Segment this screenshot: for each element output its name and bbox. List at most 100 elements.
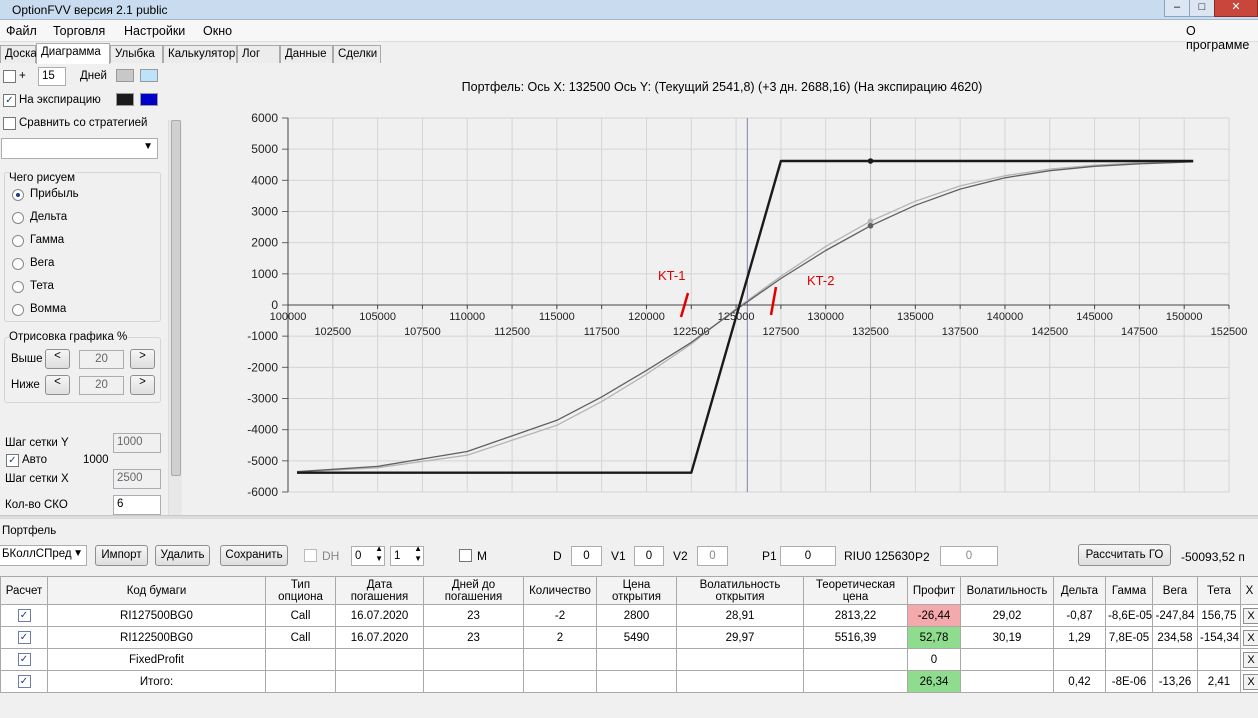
cell-price[interactable]: 5490 [596, 626, 677, 649]
auto-checkbox[interactable]: ✓ [6, 454, 19, 467]
radio-vomma[interactable] [12, 304, 24, 316]
portfolio-select[interactable]: БКоллСПред ▼ [0, 545, 87, 566]
above-increase-button[interactable]: > [130, 349, 155, 369]
left-panel-scrollbar[interactable] [168, 120, 182, 515]
cell-date[interactable]: 16.07.2020 [335, 604, 424, 627]
calc-cell[interactable]: ✓ [0, 648, 48, 671]
cell-qty[interactable] [523, 670, 597, 693]
calc-cell[interactable]: ✓ [0, 626, 48, 649]
tab-smile[interactable]: Улыбка [110, 45, 163, 63]
cell-vol-open[interactable] [676, 670, 804, 693]
tab-log[interactable]: Лог [237, 45, 280, 63]
cell-code[interactable]: FixedProfit [47, 648, 266, 671]
cell-profit[interactable]: 0 [907, 648, 961, 671]
close-button[interactable]: ✕ [1214, 0, 1258, 17]
radio-theta[interactable] [12, 281, 24, 293]
radio-gamma[interactable] [12, 235, 24, 247]
cell-price[interactable] [596, 670, 677, 693]
cell-theta[interactable] [1197, 648, 1241, 671]
v1-field[interactable]: 0 [634, 546, 664, 566]
col-header-calc[interactable]: Расчет [0, 576, 48, 605]
col-header-vol[interactable]: Волатильность [960, 576, 1054, 605]
cell-gamma[interactable]: -8E-06 [1105, 670, 1153, 693]
tab-calculator[interactable]: Калькулятор [163, 45, 237, 63]
cell-gamma[interactable] [1105, 648, 1153, 671]
cell-profit[interactable]: 52,78 [907, 626, 961, 649]
col-header-delta[interactable]: Дельта [1053, 576, 1106, 605]
cell-price[interactable] [596, 648, 677, 671]
days-input[interactable]: 15 [38, 67, 66, 86]
col-header-price[interactable]: Цена открытия [596, 576, 677, 605]
splitter[interactable] [0, 515, 1258, 519]
cell-theor[interactable] [803, 648, 908, 671]
calc-go-button[interactable]: Рассчитать ГО [1078, 544, 1171, 566]
cell-vol-open[interactable]: 28,91 [676, 604, 804, 627]
cell-theor[interactable]: 5516,39 [803, 626, 908, 649]
cell-theta[interactable]: -154,34 [1197, 626, 1241, 649]
minimize-button[interactable]: – [1164, 0, 1190, 17]
save-button[interactable]: Сохранить [220, 545, 288, 566]
menu-file[interactable]: Файл [6, 24, 37, 38]
col-header-gamma[interactable]: Гамма [1105, 576, 1153, 605]
cell-date[interactable]: 16.07.2020 [335, 626, 424, 649]
compare-checkbox[interactable] [3, 117, 16, 130]
cell-qty[interactable]: -2 [523, 604, 597, 627]
calc-cell[interactable]: ✓ [0, 670, 48, 693]
scrollbar-thumb[interactable] [171, 120, 181, 476]
col-header-profit[interactable]: Профит [907, 576, 961, 605]
col-header-theor[interactable]: Теоретическая цена [803, 576, 908, 605]
tab-data[interactable]: Данные [280, 45, 333, 63]
color-swatch-lightblue[interactable] [140, 69, 158, 82]
cell-days[interactable]: 23 [423, 604, 524, 627]
below-increase-button[interactable]: > [130, 375, 155, 395]
cell-vol[interactable] [960, 648, 1054, 671]
remove-row-button[interactable]: X [1243, 673, 1258, 690]
cell-code[interactable]: RI127500BG0 [47, 604, 266, 627]
delete-button[interactable]: Удалить [155, 545, 210, 566]
cell-gamma[interactable]: -8,6E-05 [1105, 604, 1153, 627]
p2-field[interactable]: 0 [940, 546, 998, 566]
below-decrease-button[interactable]: < [45, 375, 70, 395]
cell-theta[interactable]: 2,41 [1197, 670, 1241, 693]
menu-settings[interactable]: Настройки [124, 24, 185, 38]
cell-type[interactable] [265, 670, 336, 693]
cell-vega[interactable]: -13,26 [1152, 670, 1198, 693]
cell-vol[interactable]: 29,02 [960, 604, 1054, 627]
cell-price[interactable]: 2800 [596, 604, 677, 627]
cell-vega[interactable]: 234,58 [1152, 626, 1198, 649]
radio-delta[interactable] [12, 212, 24, 224]
cell-delta[interactable] [1053, 648, 1106, 671]
tab-deals[interactable]: Сделки [333, 45, 381, 63]
cell-days[interactable] [423, 670, 524, 693]
cell-delta[interactable]: 1,29 [1053, 626, 1106, 649]
col-header-qty[interactable]: Количество [523, 576, 597, 605]
col-header-vol-open[interactable]: Волатильность открытия [676, 576, 804, 605]
dh-spinner-2[interactable]: 1 ▲ ▼ [390, 544, 424, 566]
calc-checkbox[interactable]: ✓ [17, 653, 31, 666]
col-header-code[interactable]: Код бумаги [47, 576, 266, 605]
cell-days[interactable]: 23 [423, 626, 524, 649]
menu-window[interactable]: Окно [203, 24, 232, 38]
dh-spinner-1[interactable]: 0 ▲ ▼ [351, 544, 385, 566]
cell-delta[interactable]: -0,87 [1053, 604, 1106, 627]
cell-code[interactable]: RI122500BG0 [47, 626, 266, 649]
table-row[interactable]: ✓ RI127500BG0 Call 16.07.2020 23 -2 2800 28,91 2… [0, 604, 1258, 627]
d-field[interactable]: 0 [571, 546, 602, 566]
col-header-vega[interactable]: Вега [1152, 576, 1198, 605]
remove-row-button[interactable]: X [1243, 607, 1258, 624]
cell-vega[interactable]: -247,84 [1152, 604, 1198, 627]
table-row[interactable]: ✓ RI122500BG0 Call 16.07.2020 23 2 5490 29,97 55… [0, 626, 1258, 649]
menu-trading[interactable]: Торговля [53, 24, 105, 38]
cell-days[interactable] [423, 648, 524, 671]
cell-vega[interactable] [1152, 648, 1198, 671]
cell-vol-open[interactable] [676, 648, 804, 671]
cell-delta[interactable]: 0,42 [1053, 670, 1106, 693]
sko-input[interactable]: 6 [113, 495, 161, 515]
col-header-date[interactable]: Дата погашения [335, 576, 424, 605]
v2-field[interactable]: 0 [697, 546, 728, 566]
strategy-dropdown[interactable]: ▼ [1, 138, 158, 159]
grid-y-input[interactable]: 1000 [113, 433, 161, 453]
cell-date[interactable] [335, 648, 424, 671]
remove-row-button[interactable]: X [1243, 651, 1258, 668]
cell-vol[interactable]: 30,19 [960, 626, 1054, 649]
